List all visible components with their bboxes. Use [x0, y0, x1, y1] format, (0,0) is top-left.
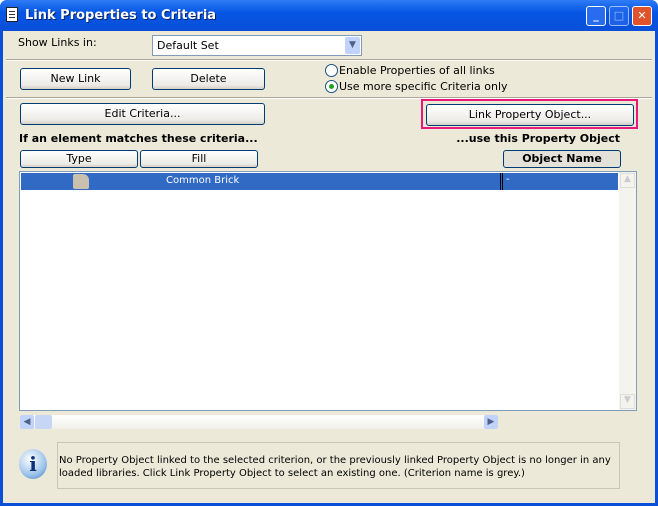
show-links-value: Default Set [157, 39, 219, 52]
dialog-window: Link Properties to Criteria _ □ ✕ Show L… [0, 0, 658, 506]
scroll-thumb[interactable] [35, 415, 52, 429]
criteria-heading: If an element matches these criteria... [19, 132, 258, 145]
column-header-object-name[interactable]: Object Name [503, 150, 621, 168]
criteria-list: Common Brick - ▲ ▼ [19, 171, 637, 411]
scroll-left-icon[interactable]: ◀ [20, 415, 34, 429]
delete-button[interactable]: Delete [152, 68, 265, 90]
show-links-dropdown[interactable]: Default Set ▼ [152, 35, 362, 56]
horizontal-scrollbar[interactable]: ◀ ▶ [20, 415, 498, 429]
fill-pattern-icon [73, 174, 89, 189]
new-link-button[interactable]: New Link [20, 68, 131, 90]
radio-specific-criteria-label[interactable]: Use more specific Criteria only [339, 80, 508, 93]
edit-criteria-button[interactable]: Edit Criteria... [20, 103, 265, 125]
close-button[interactable]: ✕ [632, 6, 652, 26]
column-header-fill[interactable]: Fill [140, 150, 258, 168]
link-property-object-button[interactable]: Link Property Object... [426, 104, 634, 126]
vertical-scrollbar[interactable]: ▲ ▼ [619, 172, 636, 410]
row-object-name: - [506, 174, 510, 185]
column-header-type[interactable]: Type [20, 150, 138, 168]
window-title: Link Properties to Criteria [25, 8, 217, 23]
app-icon [6, 7, 18, 22]
property-object-heading: ...use this Property Object [456, 132, 620, 145]
radio-specific-criteria[interactable] [325, 80, 338, 93]
minimize-button[interactable]: _ [586, 6, 606, 26]
row-fill: Common Brick [166, 175, 240, 186]
chevron-down-icon[interactable]: ▼ [345, 37, 360, 54]
list-item[interactable]: Common Brick - [21, 173, 618, 190]
title-bar[interactable]: Link Properties to Criteria _ □ ✕ [0, 0, 658, 31]
radio-enable-all[interactable] [325, 64, 338, 77]
divider [6, 59, 652, 61]
maximize-button: □ [609, 6, 629, 26]
scroll-up-icon[interactable]: ▲ [620, 173, 635, 188]
scroll-right-icon[interactable]: ▶ [484, 415, 498, 429]
column-divider [500, 173, 503, 190]
radio-enable-all-label[interactable]: Enable Properties of all links [339, 64, 495, 77]
scroll-down-icon[interactable]: ▼ [620, 394, 635, 409]
dialog-body: Show Links in: Default Set ▼ New Link De… [3, 31, 655, 503]
info-icon: i [19, 449, 47, 479]
info-message: No Property Object linked to the selecte… [57, 442, 620, 489]
show-links-label: Show Links in: [18, 36, 97, 49]
